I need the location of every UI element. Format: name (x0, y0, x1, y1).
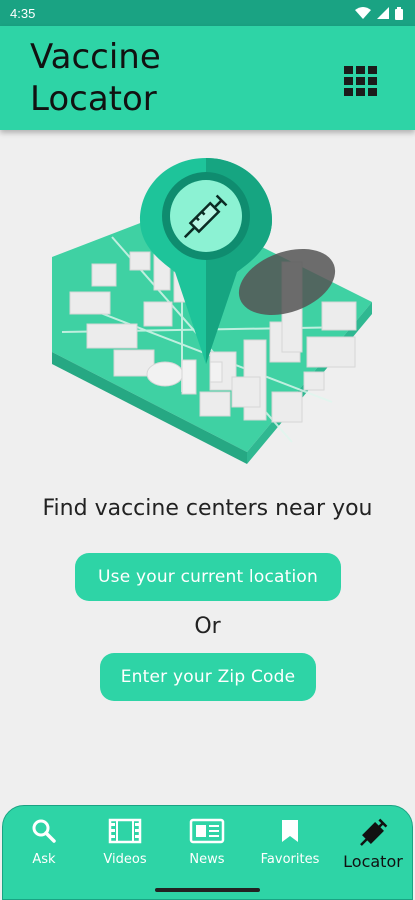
or-divider-text: Or (194, 614, 221, 639)
battery-icon (395, 6, 403, 20)
wifi-icon (355, 7, 371, 19)
bookmark-icon (282, 820, 298, 842)
enter-zip-code-button[interactable]: Enter your Zip Code (100, 653, 316, 701)
use-current-location-button[interactable]: Use your current location (75, 553, 341, 601)
nav-label-locator: Locator (343, 852, 403, 871)
app-header: Vaccine Locator (0, 26, 415, 130)
film-icon (108, 818, 142, 844)
home-indicator[interactable] (155, 888, 260, 892)
page-title: Vaccine Locator (30, 37, 161, 119)
nav-item-favorites[interactable]: Favorites (250, 806, 330, 886)
city-map-illustration (52, 158, 372, 464)
newspaper-icon (189, 818, 225, 844)
nav-item-videos[interactable]: Videos (85, 806, 165, 886)
nav-label-favorites: Favorites (260, 852, 320, 867)
status-icons (355, 6, 403, 20)
nav-item-ask[interactable]: Ask (4, 806, 84, 886)
bottom-navigation: Ask Videos News Favorites Locator (2, 805, 413, 900)
nav-label-videos: Videos (103, 852, 147, 867)
grid-icon[interactable] (344, 66, 378, 96)
nav-label-ask: Ask (32, 852, 56, 867)
status-bar: 4:35 (0, 0, 415, 26)
nav-item-locator[interactable]: Locator (333, 806, 413, 886)
tagline: Find vaccine centers near you (42, 496, 373, 521)
search-icon (32, 819, 56, 843)
status-time: 4:35 (10, 5, 36, 21)
nav-item-news[interactable]: News (167, 806, 247, 886)
syringe-icon (360, 818, 388, 846)
nav-label-news: News (189, 852, 225, 867)
signal-icon (377, 7, 389, 19)
